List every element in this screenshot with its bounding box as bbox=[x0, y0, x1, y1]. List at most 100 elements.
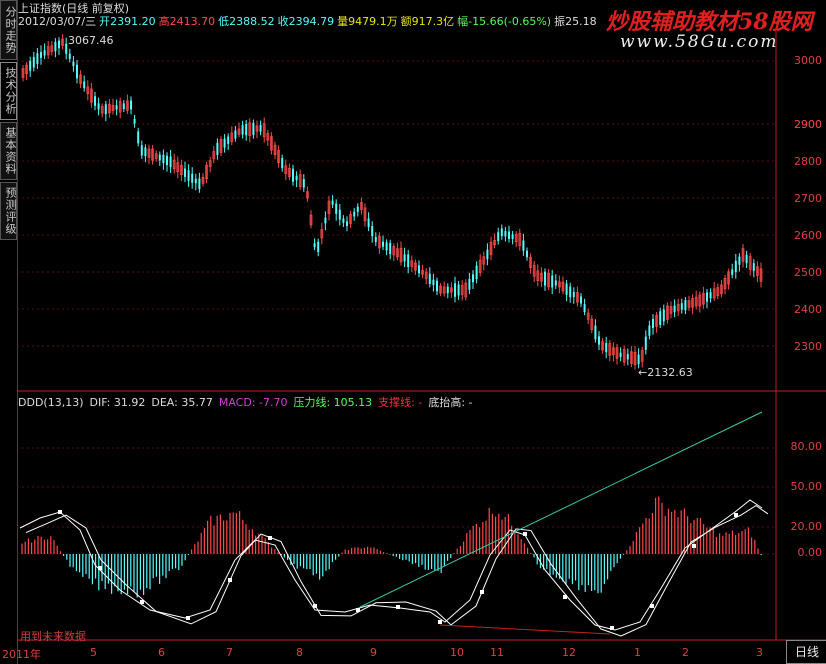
candle-body bbox=[140, 145, 143, 156]
candle-body bbox=[500, 228, 503, 237]
candle-body bbox=[436, 280, 438, 292]
x-tick: 2 bbox=[682, 646, 689, 659]
candle-body bbox=[468, 278, 471, 290]
signal-dot bbox=[313, 604, 317, 608]
chart-canvas[interactable] bbox=[0, 0, 826, 664]
high-price-marker: 3067.46 bbox=[68, 34, 114, 47]
candle-body bbox=[342, 218, 345, 223]
candle-body bbox=[234, 130, 237, 139]
x-tick: 12 bbox=[562, 646, 576, 659]
period-button[interactable]: 日线 bbox=[786, 640, 826, 664]
candle-body bbox=[317, 241, 320, 253]
candle-body bbox=[418, 265, 420, 274]
candle-body bbox=[554, 280, 557, 286]
signal-dot bbox=[98, 566, 102, 570]
candle-body bbox=[580, 296, 582, 304]
x-tick: 10 bbox=[450, 646, 464, 659]
candle-body bbox=[626, 353, 629, 360]
candle-body bbox=[245, 123, 248, 136]
candle-body bbox=[65, 43, 68, 54]
price-tick: 2700 bbox=[794, 192, 822, 205]
signal-dot bbox=[610, 626, 614, 630]
candle-body bbox=[475, 265, 478, 280]
signal-dot bbox=[356, 608, 360, 612]
candle-body bbox=[371, 226, 374, 237]
indicator-dif: DIF: 31.92 bbox=[89, 396, 146, 409]
signal-dot bbox=[438, 620, 442, 624]
candle-body bbox=[374, 236, 377, 243]
indicator-tick: 20.00 bbox=[790, 520, 823, 533]
candle-body bbox=[619, 352, 622, 357]
candle-body bbox=[223, 138, 226, 148]
candle-body bbox=[367, 218, 370, 228]
x-tick: 3 bbox=[756, 646, 763, 659]
candle-body bbox=[292, 168, 294, 182]
candle-body bbox=[472, 274, 474, 283]
indicator-tick: 80.00 bbox=[790, 440, 823, 453]
indicator-macd: MACD: -7.70 bbox=[218, 396, 288, 409]
candle-body bbox=[187, 170, 190, 181]
candle-body bbox=[158, 154, 161, 161]
candle-body bbox=[144, 147, 147, 157]
signal-dot bbox=[563, 595, 567, 599]
candle-body bbox=[605, 343, 608, 353]
indicator-pressure: 压力线: 105.13 bbox=[293, 396, 373, 409]
candle-body bbox=[569, 286, 572, 298]
candle-body bbox=[738, 256, 741, 265]
candle-body bbox=[331, 200, 334, 205]
candle-body bbox=[68, 53, 71, 60]
candle-body bbox=[572, 292, 575, 298]
x-tick: 6 bbox=[158, 646, 165, 659]
candle-body bbox=[302, 179, 305, 188]
candle-body bbox=[43, 50, 46, 56]
candle-body bbox=[97, 103, 100, 110]
indicator-bottom: 底抬高: - bbox=[428, 396, 473, 409]
candle-body bbox=[432, 279, 435, 286]
candle-body bbox=[428, 273, 431, 284]
candle-body bbox=[659, 311, 662, 325]
low-price-marker: ←2132.63 bbox=[638, 366, 693, 379]
indicator-name[interactable]: DDD(13,13) bbox=[18, 396, 83, 409]
candle-body bbox=[504, 231, 507, 237]
price-axis-labels: 2900 2800 2700 2600 2500 2400 2300 2200 bbox=[776, 0, 826, 392]
candle-body bbox=[637, 354, 640, 365]
x-tick: 11 bbox=[490, 646, 504, 659]
signal-dot bbox=[480, 590, 484, 594]
candle-body bbox=[522, 240, 525, 251]
candle-body bbox=[486, 249, 489, 260]
candle-body bbox=[454, 283, 456, 297]
candle-body bbox=[385, 242, 388, 251]
x-tick: 2011年 bbox=[2, 648, 41, 661]
future-data-note: 用到未来数据 bbox=[20, 630, 86, 643]
candle-body bbox=[457, 284, 460, 296]
price-tick: 2800 bbox=[794, 155, 822, 168]
candle-body bbox=[389, 242, 392, 255]
candle-body bbox=[227, 136, 230, 144]
candle-body bbox=[446, 286, 449, 294]
candle-body bbox=[752, 263, 755, 271]
candle-body bbox=[673, 305, 676, 313]
candle-body bbox=[133, 118, 136, 124]
candle-body bbox=[169, 156, 172, 168]
candle-body bbox=[76, 64, 78, 79]
candle-body bbox=[104, 104, 107, 115]
candle-body bbox=[36, 53, 39, 64]
signal-dot bbox=[523, 532, 527, 536]
x-tick: 1 bbox=[634, 646, 641, 659]
candle-body bbox=[166, 155, 168, 166]
candle-body bbox=[198, 178, 201, 190]
candle-body bbox=[731, 269, 734, 275]
candle-body bbox=[662, 309, 665, 322]
candle-body bbox=[216, 142, 219, 156]
candle-body bbox=[544, 271, 546, 286]
candle-body bbox=[565, 283, 568, 295]
x-tick: 8 bbox=[296, 646, 303, 659]
candle-body bbox=[594, 325, 597, 340]
signal-dot bbox=[140, 600, 144, 604]
signal-dot bbox=[396, 605, 400, 609]
candle-body bbox=[652, 319, 654, 328]
candle-body bbox=[241, 125, 244, 135]
candle-body bbox=[137, 131, 140, 144]
x-tick: 5 bbox=[90, 646, 97, 659]
indicator-support: 支撑线: - bbox=[378, 396, 423, 409]
